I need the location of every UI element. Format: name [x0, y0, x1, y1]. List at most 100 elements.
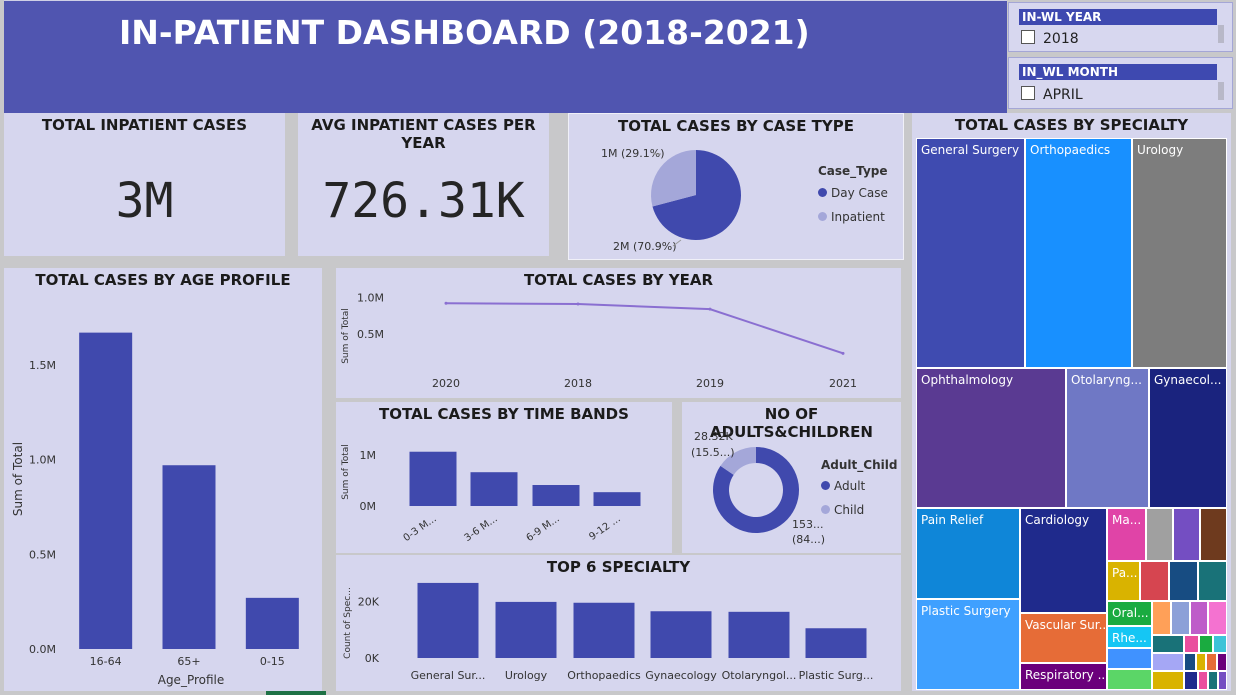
treemap-tile-small[interactable] — [1196, 653, 1206, 671]
treemap-tile-gynaecology[interactable]: Gynaecol... — [1149, 368, 1227, 508]
top6-xtick-label: Orthopaedics — [567, 669, 641, 682]
treemap-tile-pa[interactable]: Pa... — [1107, 561, 1140, 601]
treemap-tile-small[interactable] — [1199, 635, 1213, 653]
tile-label: Ophthalmology — [921, 373, 1014, 387]
tile-label: General Surgery — [921, 143, 1020, 157]
treemap-tile-cardiology[interactable]: Cardiology — [1020, 508, 1107, 613]
treemap-tile-ma[interactable]: Ma... — [1107, 508, 1146, 561]
legend-item-daycase[interactable]: Day Case — [818, 186, 888, 200]
month-option[interactable]: APRIL — [1021, 86, 1083, 103]
top6-bar — [650, 611, 712, 658]
treemap-tile-otolaryngology[interactable]: Otolaryng... — [1066, 368, 1149, 508]
treemap-tile-small[interactable] — [1198, 671, 1208, 690]
treemap-tile-rhe[interactable]: Rhe... — [1107, 626, 1152, 648]
treemap-tile-small[interactable] — [1184, 671, 1198, 690]
kpi-total-cases-value: 3M — [115, 173, 174, 229]
legend-dot-icon — [818, 212, 827, 221]
legend-item-child[interactable]: Child — [821, 503, 864, 517]
year-option[interactable]: 2018 — [1021, 30, 1079, 47]
legend-dot-icon — [821, 481, 830, 490]
treemap-tile-small[interactable] — [1213, 635, 1227, 653]
treemap-tile-small[interactable] — [1171, 601, 1190, 635]
by-year-ylabel: Sum of Total — [341, 308, 351, 364]
treemap-tile-small[interactable] — [1152, 671, 1184, 690]
age-xtick-label: 16-64 — [90, 655, 122, 668]
age-ytick-label: 1.0M — [29, 454, 56, 467]
legend-item-adult[interactable]: Adult — [821, 479, 865, 493]
adults-children-legend-title: Adult_Child — [821, 458, 898, 472]
age-profile-ylabel: Sum of Total — [11, 442, 25, 516]
treemap-tile-small[interactable] — [1184, 635, 1199, 653]
age-bar-0-15 — [245, 597, 299, 649]
age-profile-card: TOTAL CASES BY AGE PROFILE 0.0M 0.5M 1.0M 1… — [4, 268, 322, 691]
treemap-tile-small[interactable] — [1208, 671, 1218, 690]
band-ytick-label: 0M — [360, 500, 377, 513]
year-point — [576, 302, 580, 306]
age-ytick-label: 0.0M — [29, 643, 56, 656]
legend-label-inpatient: Inpatient — [831, 210, 885, 224]
adults-children-donut: 28.32K (15.5...) 153... (84...) — [691, 430, 825, 546]
treemap-tile-small[interactable] — [1169, 561, 1198, 601]
treemap-tile-vascular-surgery[interactable]: Vascular Sur... — [1020, 613, 1107, 663]
checkbox-icon[interactable] — [1021, 30, 1035, 44]
treemap-tile-small[interactable] — [1218, 671, 1227, 690]
treemap-tile-small[interactable] — [1190, 601, 1208, 635]
checkbox-icon[interactable] — [1021, 86, 1035, 100]
treemap-tile-small[interactable] — [1152, 635, 1184, 653]
legend-label-adult: Adult — [834, 479, 866, 493]
legend-item-inpatient[interactable]: Inpatient — [818, 210, 885, 224]
treemap-tile-pain-relief[interactable]: Pain Relief — [916, 508, 1020, 599]
band-bar — [409, 451, 457, 506]
month-option-label: APRIL — [1043, 87, 1083, 103]
tile-label: Gynaecol... — [1154, 373, 1222, 387]
tile-label: Pain Relief — [921, 513, 984, 527]
treemap-tile-small[interactable] — [1140, 561, 1169, 601]
treemap-tile-ophthalmology[interactable]: Ophthalmology — [916, 368, 1066, 508]
treemap-tile-small[interactable] — [1107, 669, 1152, 690]
age-bar-16-64 — [79, 332, 133, 649]
legend-label-child: Child — [834, 503, 865, 517]
top6-bar — [417, 582, 479, 658]
treemap-tile-small[interactable] — [1107, 648, 1152, 669]
legend-dot-icon — [818, 188, 827, 197]
tile-label: Otolaryng... — [1071, 373, 1142, 387]
treemap-tile-small[interactable] — [1206, 653, 1217, 671]
treemap-tile-respiratory[interactable]: Respiratory ... — [1020, 663, 1107, 690]
treemap-tile-small[interactable] — [1152, 653, 1184, 671]
treemap-tile-oral[interactable]: Oral... — [1107, 601, 1152, 626]
top6-bar — [805, 628, 867, 658]
treemap-tile-small[interactable] — [1200, 508, 1227, 561]
time-bands-ylabel: Sum of Total — [341, 444, 351, 500]
band-xtick-label: 9-12 ... — [587, 513, 622, 542]
treemap-tile-small[interactable] — [1217, 653, 1227, 671]
treemap-tile-plastic-surgery[interactable]: Plastic Surgery — [916, 599, 1020, 690]
page-tab-indicator[interactable] — [266, 691, 326, 695]
time-bands-chart: 0M 1M 0-3 M... 3-6 M... 6-9 M... 9-12 ... Sum… — [341, 444, 641, 544]
tile-label: Ma... — [1112, 513, 1142, 527]
treemap-tile-urology[interactable]: Urology — [1132, 138, 1227, 368]
kpi-avg-cases-card: AVG INPATIENT CASES PER YEAR 726.31K — [298, 113, 549, 256]
year-point — [444, 301, 448, 305]
time-bands-card: TOTAL CASES BY TIME BANDS 0M 1M 0-3 M... 3-… — [336, 402, 672, 553]
treemap-tile-orthopaedics[interactable]: Orthopaedics — [1025, 138, 1132, 368]
band-bar — [470, 472, 518, 506]
treemap-tile-small[interactable] — [1152, 601, 1171, 635]
year-slicer-scrollbar[interactable] — [1218, 25, 1224, 43]
top6-card: TOP 6 SPECIALTY 0K 20K General Sur... Urolo… — [336, 555, 901, 691]
year-xtick-label: 2020 — [432, 377, 460, 390]
year-xtick-label: 2018 — [564, 377, 592, 390]
year-series-line — [445, 302, 844, 355]
top6-ytick-label: 0K — [365, 652, 380, 665]
month-slicer-scrollbar[interactable] — [1218, 82, 1224, 100]
top6-chart: 0K 20K General Sur... Urology Orthopaedics Gy… — [343, 582, 873, 682]
treemap-tile-small[interactable] — [1146, 508, 1173, 561]
month-slicer[interactable]: IN_WL MONTH APRIL — [1008, 57, 1233, 109]
treemap-tile-small[interactable] — [1208, 601, 1227, 635]
year-slicer[interactable]: IN-WL YEAR 2018 — [1008, 2, 1233, 52]
treemap-tile-small[interactable] — [1198, 561, 1227, 601]
treemap-tile-general-surgery[interactable]: General Surgery — [916, 138, 1025, 368]
treemap-tile-small[interactable] — [1184, 653, 1196, 671]
treemap-tile-small[interactable] — [1173, 508, 1200, 561]
year-xtick-label: 2021 — [829, 377, 857, 390]
year-xtick-label: 2019 — [696, 377, 724, 390]
